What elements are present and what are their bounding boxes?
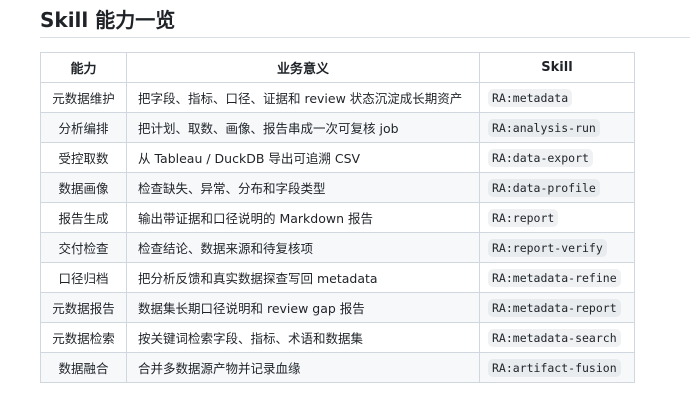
skill-code: RA:analysis-run (488, 119, 600, 137)
column-header-skill: Skill (479, 52, 635, 83)
skill-cell: RA:artifact-fusion (479, 352, 635, 383)
meaning-cell: 把分析反馈和真实数据探查写回 metadata (126, 262, 480, 293)
skill-code: RA:report (488, 209, 559, 227)
meaning-cell: 检查缺失、异常、分布和字段类型 (126, 172, 480, 203)
column-header-capability: 能力 (40, 52, 127, 83)
meaning-cell: 检查结论、数据来源和待复核项 (126, 232, 480, 263)
capability-cell: 受控取数 (40, 142, 127, 173)
table-row: 元数据报告 数据集长期口径说明和 review gap 报告 RA:metada… (40, 292, 635, 323)
capability-cell: 元数据检索 (40, 322, 127, 353)
table-row: 口径归档 把分析反馈和真实数据探查写回 metadata RA:metadata… (40, 262, 635, 293)
skill-cell: RA:data-profile (479, 172, 635, 203)
capability-cell: 元数据报告 (40, 292, 127, 323)
skill-code: RA:metadata-report (488, 299, 621, 317)
capability-cell: 分析编排 (40, 112, 127, 143)
capability-cell: 报告生成 (40, 202, 127, 233)
skill-cell: RA:metadata-refine (479, 262, 635, 293)
skill-cell: RA:metadata (479, 82, 635, 113)
meaning-cell: 从 Tableau / DuckDB 导出可追溯 CSV (126, 142, 480, 173)
skill-code: RA:data-profile (488, 179, 600, 197)
skill-code: RA:metadata (488, 89, 573, 107)
capability-cell: 元数据维护 (40, 82, 127, 113)
meaning-cell: 输出带证据和口径说明的 Markdown 报告 (126, 202, 480, 233)
skill-code: RA:metadata-refine (488, 269, 621, 287)
skill-cell: RA:metadata-search (479, 322, 635, 353)
column-header-meaning: 业务意义 (126, 52, 480, 83)
capability-cell: 数据融合 (40, 352, 127, 383)
table-row: 分析编排 把计划、取数、画像、报告串成一次可复核 job RA:analysis… (40, 112, 635, 143)
meaning-cell: 把字段、指标、口径、证据和 review 状态沉淀成长期资产 (126, 82, 480, 113)
page-heading: Skill 能力一览 (40, 8, 176, 32)
meaning-cell: 数据集长期口径说明和 review gap 报告 (126, 292, 480, 323)
table-row: 报告生成 输出带证据和口径说明的 Markdown 报告 RA:report (40, 202, 635, 233)
skill-code: RA:metadata-search (488, 329, 621, 347)
skill-cell: RA:report-verify (479, 232, 635, 263)
table-row: 交付检查 检查结论、数据来源和待复核项 RA:report-verify (40, 232, 635, 263)
table-row: 受控取数 从 Tableau / DuckDB 导出可追溯 CSV RA:dat… (40, 142, 635, 173)
skill-cell: RA:report (479, 202, 635, 233)
table-row: 数据融合 合并多数据源产物并记录血缘 RA:artifact-fusion (40, 352, 635, 383)
skill-code: RA:data-export (488, 149, 593, 167)
skill-cell: RA:analysis-run (479, 112, 635, 143)
meaning-cell: 合并多数据源产物并记录血缘 (126, 352, 480, 383)
meaning-cell: 把计划、取数、画像、报告串成一次可复核 job (126, 112, 480, 143)
table-row: 元数据维护 把字段、指标、口径、证据和 review 状态沉淀成长期资产 RA:… (40, 82, 635, 113)
skill-cell: RA:data-export (479, 142, 635, 173)
capability-cell: 数据画像 (40, 172, 127, 203)
skill-code: RA:artifact-fusion (488, 359, 621, 377)
skill-table: 能力 业务意义 Skill 元数据维护 把字段、指标、口径、证据和 review… (40, 52, 635, 383)
heading-divider (40, 37, 690, 38)
capability-cell: 口径归档 (40, 262, 127, 293)
skill-cell: RA:metadata-report (479, 292, 635, 323)
capability-cell: 交付检查 (40, 232, 127, 263)
table-row: 元数据检索 按关键词检索字段、指标、术语和数据集 RA:metadata-sea… (40, 322, 635, 353)
skill-code: RA:report-verify (488, 239, 607, 257)
table-row: 数据画像 检查缺失、异常、分布和字段类型 RA:data-profile (40, 172, 635, 203)
table-header-row: 能力 业务意义 Skill (40, 52, 635, 83)
meaning-cell: 按关键词检索字段、指标、术语和数据集 (126, 322, 480, 353)
